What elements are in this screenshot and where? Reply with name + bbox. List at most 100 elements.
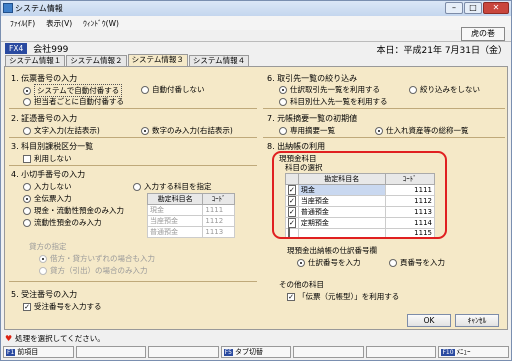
radio-icon <box>279 126 287 135</box>
checkbox-icon: ✓ <box>23 302 31 311</box>
menu-view[interactable]: 表示(V) <box>46 18 72 29</box>
s4-opt-liquid-only[interactable]: 流動性預金のみ入力 <box>23 217 102 228</box>
s7-opt-assets[interactable]: 仕入れ資産等の総称一覧 <box>375 125 469 136</box>
radio-icon <box>389 258 397 267</box>
s2-opt-number[interactable]: 数字のみ入力(右詰表示) <box>141 125 233 136</box>
current-date: 本日：平成21年 7月31日（金） <box>376 46 508 56</box>
s8-other-label: その他の科目 <box>279 280 324 289</box>
company-code: FX4 <box>5 43 28 54</box>
radio-icon <box>39 254 47 263</box>
table-row: 普通預金 1113 <box>146 226 235 238</box>
table-row: 当座預金 1112 <box>146 215 235 227</box>
fkey-empty[interactable] <box>75 346 147 358</box>
cancel-button[interactable]: ｷｬﾝｾﾙ <box>455 314 499 327</box>
radio-icon <box>23 206 31 215</box>
s6-opt-none[interactable]: 絞り込みをしない <box>409 84 480 95</box>
s5-opt-order[interactable]: ✓ 受注番号を入力する <box>23 301 102 312</box>
settings-panel: 1. 伝票番号の入力 システムで自動付番する 自動付番しない 担当者ごとに自動付… <box>4 66 508 330</box>
status-bar: ♥ 処理を選択してください。 <box>1 332 511 345</box>
divider <box>9 165 257 166</box>
table-row: 現金 1111 <box>146 204 235 216</box>
window-title: システム情報 <box>15 4 63 13</box>
s4-k-both[interactable]: 借方・貸方いずれの場合も入力 <box>39 253 155 264</box>
tab-system-info-2[interactable]: システム情報２ <box>66 55 127 66</box>
radio-icon <box>23 126 31 135</box>
radio-icon <box>279 97 287 106</box>
fkey-empty[interactable] <box>148 346 219 358</box>
divider <box>9 137 257 138</box>
divider <box>263 137 505 138</box>
s8-opt-journal-no[interactable]: 仕訳番号を入力 <box>297 257 361 268</box>
tab-system-info-3[interactable]: システム情報３ <box>127 54 188 66</box>
s3-opt-unused[interactable]: 利用しない <box>23 153 72 164</box>
toolbar: 虎の巻 <box>1 27 511 42</box>
radio-icon <box>23 194 31 203</box>
s4-opt-cash-liquid[interactable]: 現金・流動性預金のみ入力 <box>23 205 124 216</box>
s3-title: 3. 科目別課税区分一覧 <box>11 142 94 151</box>
radio-icon <box>23 97 31 106</box>
s4-k-credit[interactable]: 貸方（引出）の場合のみ入力 <box>39 265 148 276</box>
heart-icon: ♥ <box>5 334 13 343</box>
s4-title: 4. 小切手番号の入力 <box>11 170 86 179</box>
s1-opt-none[interactable]: 自動付番しない <box>141 84 205 95</box>
checkbox-icon: ✓ <box>287 292 295 301</box>
s1-title: 1. 伝票番号の入力 <box>11 74 78 83</box>
s4-opt-none[interactable]: 入力しない <box>23 181 72 192</box>
title-bar: システム情報 – □ ✕ <box>1 1 511 16</box>
company-bar: FX4 会社999 本日：平成21年 7月31日（金） <box>1 42 511 56</box>
divider <box>9 281 257 282</box>
s5-title: 5. 受注番号の入力 <box>11 290 78 299</box>
menu-bar: ﾌｧｲﾙ(F) 表示(V) ｳｨﾝﾄﾞｳ(W) <box>1 16 511 30</box>
col-account: 勘定科目名 <box>146 193 204 205</box>
fkey-f1[interactable]: F1 前項目 <box>3 346 74 358</box>
tora-button[interactable]: 虎の巻 <box>461 27 505 41</box>
function-key-bar: F1 前項目 F5 タブ切替 F10 ﾒﾆｭｰ <box>1 346 511 360</box>
radio-icon <box>297 258 305 267</box>
company-name: 会社999 <box>33 45 69 55</box>
s4-opt-specify[interactable]: 入力する科目を指定 <box>133 181 212 192</box>
radio-icon <box>23 182 31 191</box>
s6-opt-supplier[interactable]: 科目別仕入先一覧を利用する <box>279 96 388 107</box>
s4-opt-all[interactable]: 全伝票入力 <box>23 193 72 204</box>
menu-file[interactable]: ﾌｧｲﾙ(F) <box>10 18 35 29</box>
radio-icon <box>23 86 31 95</box>
radio-icon <box>39 266 47 275</box>
menu-window[interactable]: ｳｨﾝﾄﾞｳ(W) <box>83 18 119 29</box>
ok-button[interactable]: OK <box>407 314 451 327</box>
app-window: システム情報 – □ ✕ ﾌｧｲﾙ(F) 表示(V) ｳｨﾝﾄﾞｳ(W) 虎の巻… <box>0 0 512 361</box>
divider <box>263 108 505 109</box>
s4-account-table: 勘定科目名 ｺｰﾄﾞ 現金 1111 当座預金 1112 普通預金 1113 <box>146 193 235 238</box>
fkey-empty[interactable] <box>365 346 437 358</box>
radio-icon <box>409 85 417 94</box>
radio-icon <box>141 126 149 135</box>
s7-opt-dedicated[interactable]: 専用摘要一覧 <box>279 125 335 136</box>
tab-system-info-1[interactable]: システム情報１ <box>5 55 66 66</box>
divider <box>9 108 257 109</box>
radio-icon <box>375 126 383 135</box>
s1-opt-per-user[interactable]: 担当者ごとに自動付番する <box>23 96 124 107</box>
fkey-empty[interactable] <box>293 346 364 358</box>
s4-kashikata-label: 貸方の指定 <box>29 242 67 251</box>
s8-opt-ledger[interactable]: ✓ 「伝票（元帳型）」を利用する <box>287 291 399 302</box>
status-text: 処理を選択してください。 <box>15 334 105 343</box>
maximize-button[interactable]: □ <box>464 2 482 14</box>
radio-icon <box>23 218 31 227</box>
minimize-button[interactable]: – <box>445 2 463 14</box>
tab-system-info-4[interactable]: システム情報４ <box>188 55 250 66</box>
radio-icon <box>279 85 287 94</box>
app-icon <box>3 3 13 13</box>
tab-strip: システム情報１ システム情報２ システム情報３ システム情報４ <box>5 54 250 66</box>
s8-slip-label: 現預金出納帳の仕訳番号欄 <box>287 246 377 255</box>
s6-opt-journal[interactable]: 仕訳取引先一覧を利用する <box>279 84 380 95</box>
radio-icon <box>141 85 149 94</box>
radio-icon <box>133 182 141 191</box>
s7-title: 7. 元帳摘要一覧の初期値 <box>267 114 358 123</box>
s2-opt-text[interactable]: 文字入力(左詰表示) <box>23 125 100 136</box>
fkey-f10[interactable]: F10 ﾒﾆｭｰ <box>438 346 510 358</box>
highlight-box <box>272 151 447 239</box>
s6-title: 6. 取引先一覧の絞り込み <box>267 74 358 83</box>
s2-title: 2. 証憑番号の入力 <box>11 114 78 123</box>
fkey-f5[interactable]: F5 タブ切替 <box>220 346 292 358</box>
s8-opt-page-no[interactable]: 頁番号を入力 <box>389 257 445 268</box>
close-button[interactable]: ✕ <box>483 2 509 14</box>
